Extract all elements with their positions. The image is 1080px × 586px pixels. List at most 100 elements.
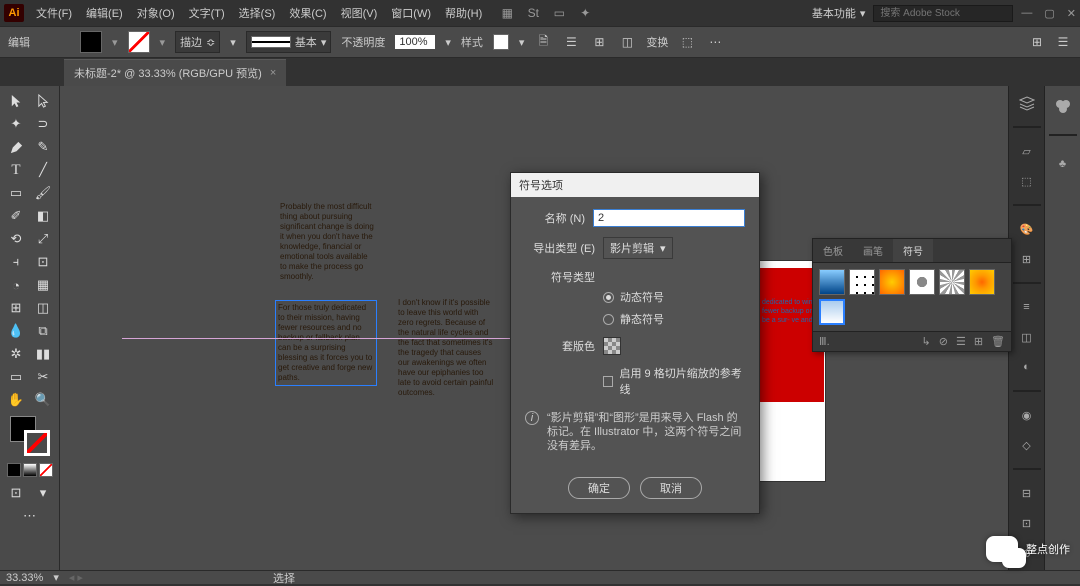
panel-tab-brushes[interactable]: 画笔 xyxy=(853,239,893,262)
shape-builder-tool[interactable]: ◔ xyxy=(3,274,29,296)
panel-tab-symbols[interactable]: 符号 xyxy=(893,239,933,262)
symbol-thumb[interactable] xyxy=(879,269,905,295)
pathfinder-icon[interactable]: ◫ xyxy=(618,33,636,51)
fill-swatch[interactable] xyxy=(80,31,102,53)
gpu-icon[interactable]: ✦ xyxy=(576,4,594,22)
document-tab[interactable]: 未标题-2* @ 33.33% (RGB/GPU 预览) × xyxy=(64,59,286,86)
doc-setup-icon[interactable]: 🗎 xyxy=(534,33,552,51)
transform-panel-icon[interactable]: ⊡ xyxy=(1013,512,1041,534)
swatches-panel-icon[interactable]: ⊞ xyxy=(1013,248,1041,270)
width-tool[interactable]: ⫞ xyxy=(3,251,29,273)
color-panel-icon[interactable]: 🎨 xyxy=(1013,218,1041,240)
none-mode[interactable] xyxy=(39,463,53,477)
symbol-thumb[interactable] xyxy=(849,269,875,295)
menu-effect[interactable]: 效果(C) xyxy=(283,2,332,24)
gradient-mode[interactable] xyxy=(23,463,37,477)
align-panel-icon[interactable]: ⊟ xyxy=(1013,482,1041,504)
menu-edit[interactable]: 编辑(E) xyxy=(80,2,129,24)
stroke-weight[interactable]: 描边≎ xyxy=(175,31,220,53)
close-icon[interactable]: ✕ xyxy=(1067,7,1076,20)
symbol-thumb[interactable] xyxy=(909,269,935,295)
eraser-tool[interactable]: ◧ xyxy=(30,205,56,227)
symbol-thumb[interactable] xyxy=(939,269,965,295)
panel-toggle-icon[interactable]: ☰ xyxy=(1054,33,1072,51)
symbol-lib-menu[interactable]: Ⅲ. xyxy=(819,335,830,348)
workspace-switcher[interactable]: 基本功能▾ xyxy=(812,5,866,21)
direct-selection-tool[interactable] xyxy=(30,90,56,112)
opacity-input[interactable]: 100% xyxy=(395,35,435,49)
curvature-tool[interactable]: ✎ xyxy=(30,136,56,158)
text-frame-2-selected[interactable]: For those truly dedicated to their missi… xyxy=(275,300,377,386)
graph-tool[interactable]: ▮▮ xyxy=(30,343,56,365)
ok-button[interactable]: 确定 xyxy=(568,477,630,499)
transform-label[interactable]: 变换 xyxy=(646,34,668,50)
static-symbol-radio[interactable]: 静态符号 xyxy=(603,311,745,327)
eyedropper-tool[interactable]: 💧 xyxy=(3,320,29,342)
break-link-icon[interactable]: ⊘ xyxy=(939,335,948,348)
menu-help[interactable]: 帮助(H) xyxy=(439,2,488,24)
panel-tab-swatches[interactable]: 色板 xyxy=(813,239,853,262)
symbol-thumb[interactable] xyxy=(819,269,845,295)
symbol-thumb[interactable] xyxy=(969,269,995,295)
nine-slice-checkbox[interactable]: 启用 9 格切片缩放的参考线 xyxy=(603,365,745,397)
brush-preset[interactable]: 基本▾ xyxy=(246,31,332,53)
minimize-icon[interactable]: — xyxy=(1021,7,1032,20)
appearance-panel-icon[interactable]: ◉ xyxy=(1013,404,1041,426)
asset-export-icon[interactable]: ⬚ xyxy=(1013,170,1041,192)
brush-tool[interactable]: 🖌 xyxy=(30,182,56,204)
stock-icon[interactable]: St xyxy=(524,4,542,22)
text-frame-3[interactable]: I don't know if it's possible to leave t… xyxy=(396,296,496,400)
symbol-sprayer-tool[interactable]: ✲ xyxy=(3,343,29,365)
place-symbol-icon[interactable]: ↳ xyxy=(922,335,931,348)
bridge-icon[interactable]: ▦ xyxy=(498,4,516,22)
libraries-icon[interactable] xyxy=(1049,92,1077,120)
slice-tool[interactable]: ✂ xyxy=(30,366,56,388)
line-tool[interactable]: ╱ xyxy=(30,159,56,181)
layers-icon[interactable] xyxy=(1013,92,1041,114)
name-input[interactable] xyxy=(593,209,745,227)
symbol-thumb-selected[interactable] xyxy=(819,299,845,325)
gradient-panel-icon[interactable]: ◫ xyxy=(1013,326,1041,348)
zoom-tool[interactable]: 🔍 xyxy=(30,389,56,411)
symbol-options-icon[interactable]: ☰ xyxy=(956,335,966,348)
menu-view[interactable]: 视图(V) xyxy=(335,2,384,24)
maximize-icon[interactable]: ▢ xyxy=(1044,7,1054,20)
registration-grid[interactable] xyxy=(603,337,621,355)
menu-object[interactable]: 对象(O) xyxy=(131,2,181,24)
isolate-icon[interactable]: ⬚ xyxy=(678,33,696,51)
text-frame-1[interactable]: Probably the most difficult thing about … xyxy=(278,200,378,284)
tab-close-icon[interactable]: × xyxy=(270,67,276,79)
screen-mode-2[interactable]: ▾ xyxy=(30,482,56,504)
menu-type[interactable]: 文字(T) xyxy=(183,2,231,24)
perspective-tool[interactable]: ▦ xyxy=(30,274,56,296)
zoom-level[interactable]: 33.33% xyxy=(6,572,43,584)
grid-icon[interactable]: ⊞ xyxy=(1028,33,1046,51)
hand-tool[interactable]: ✋ xyxy=(3,389,29,411)
stroke-color[interactable] xyxy=(24,430,50,456)
transparency-panel-icon[interactable]: ◐ xyxy=(1013,356,1041,378)
stroke-panel-icon[interactable]: ≡ xyxy=(1013,296,1041,318)
cancel-button[interactable]: 取消 xyxy=(640,477,702,499)
dynamic-symbol-radio[interactable]: 动态符号 xyxy=(603,289,745,305)
scale-tool[interactable]: ⤢ xyxy=(30,228,56,250)
menu-select[interactable]: 选择(S) xyxy=(233,2,282,24)
color-mode[interactable] xyxy=(7,463,21,477)
screen-mode[interactable]: ⊡ xyxy=(3,482,29,504)
rotate-tool[interactable]: ⟲ xyxy=(3,228,29,250)
prefs-icon[interactable]: ☰ xyxy=(562,33,580,51)
pen-tool[interactable] xyxy=(3,136,29,158)
align-icon[interactable]: ⊞ xyxy=(590,33,608,51)
new-symbol-icon[interactable]: ⊞ xyxy=(974,335,983,348)
free-transform-tool[interactable]: ⊡ xyxy=(30,251,56,273)
selection-tool[interactable] xyxy=(3,90,29,112)
delete-symbol-icon[interactable]: 🗑 xyxy=(991,335,1005,348)
style-swatch[interactable] xyxy=(493,34,509,50)
mesh-tool[interactable]: ⊞ xyxy=(3,297,29,319)
artboards-icon[interactable]: ▱ xyxy=(1013,140,1041,162)
export-type-dropdown[interactable]: 影片剪辑▾ xyxy=(603,237,673,259)
lasso-tool[interactable]: ⊃ xyxy=(30,113,56,135)
menu-file[interactable]: 文件(F) xyxy=(30,2,78,24)
type-tool[interactable]: T xyxy=(3,159,29,181)
edit-toolbar[interactable]: ⋯ xyxy=(17,505,43,527)
gradient-tool[interactable]: ◫ xyxy=(30,297,56,319)
